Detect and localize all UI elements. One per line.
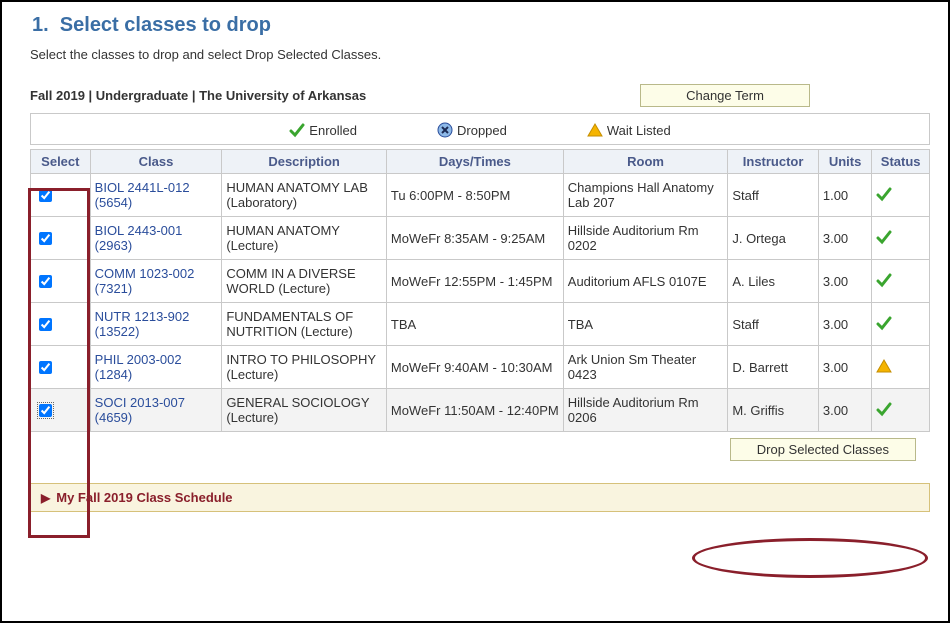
cell-room: Champions Hall Anatomy Lab 207	[563, 174, 728, 217]
cell-instructor: D. Barrett	[728, 346, 819, 389]
cell-description: FUNDAMENTALS OF NUTRITION (Lecture)	[222, 303, 387, 346]
select-checkbox[interactable]	[39, 404, 52, 417]
col-days: Days/Times	[386, 150, 563, 174]
class-table: Select Class Description Days/Times Room…	[30, 149, 930, 432]
cell-days: Tu 6:00PM - 8:50PM	[386, 174, 563, 217]
cell-days: MoWeFr 8:35AM - 9:25AM	[386, 217, 563, 260]
col-class: Class	[90, 150, 222, 174]
cell-instructor: J. Ortega	[728, 217, 819, 260]
instruction-text: Select the classes to drop and select Dr…	[30, 47, 930, 62]
select-checkbox[interactable]	[39, 275, 52, 288]
class-link[interactable]: BIOL 2441L-012 (5654)	[95, 180, 190, 210]
enrolled-check-icon	[289, 122, 305, 138]
class-link[interactable]: SOCI 2013-007 (4659)	[95, 395, 185, 425]
cell-room: Ark Union Sm Theater 0423	[563, 346, 728, 389]
table-row: NUTR 1213-902 (13522) FUNDAMENTALS OF NUT…	[31, 303, 930, 346]
chevron-right-icon: ▶	[41, 491, 50, 505]
cell-days: MoWeFr 12:55PM - 1:45PM	[386, 260, 563, 303]
waitlisted-triangle-icon	[587, 122, 603, 138]
select-checkbox[interactable]	[39, 189, 52, 202]
table-row: COMM 1023-002 (7321) COMM IN A DIVERSE WO…	[31, 260, 930, 303]
cell-description: HUMAN ANATOMY (Lecture)	[222, 217, 387, 260]
col-status: Status	[872, 150, 930, 174]
cell-days: MoWeFr 9:40AM - 10:30AM	[386, 346, 563, 389]
col-instructor: Instructor	[728, 150, 819, 174]
cell-units: 3.00	[818, 346, 871, 389]
cell-instructor: Staff	[728, 174, 819, 217]
status-icon	[876, 362, 892, 377]
class-link[interactable]: NUTR 1213-902 (13522)	[95, 309, 190, 339]
cell-status	[872, 260, 930, 303]
cell-status	[872, 174, 930, 217]
cell-status	[872, 303, 930, 346]
class-link[interactable]: PHIL 2003-002 (1284)	[95, 352, 182, 382]
legend-dropped-label: Dropped	[457, 123, 507, 138]
cell-description: HUMAN ANATOMY LAB (Laboratory)	[222, 174, 387, 217]
annotation-drop-button	[692, 538, 928, 578]
schedule-accordion[interactable]: ▶ My Fall 2019 Class Schedule	[30, 483, 930, 512]
cell-units: 3.00	[818, 217, 871, 260]
cell-days: TBA	[386, 303, 563, 346]
cell-instructor: M. Griffis	[728, 389, 819, 432]
cell-units: 3.00	[818, 260, 871, 303]
term-label: Fall 2019 | Undergraduate | The Universi…	[30, 88, 366, 103]
table-row: BIOL 2441L-012 (5654) HUMAN ANATOMY LAB (…	[31, 174, 930, 217]
class-link[interactable]: COMM 1023-002 (7321)	[95, 266, 195, 296]
cell-room: Auditorium AFLS 0107E	[563, 260, 728, 303]
select-checkbox[interactable]	[39, 318, 52, 331]
legend-waitlisted-label: Wait Listed	[607, 123, 671, 138]
status-icon	[876, 233, 892, 248]
table-row: SOCI 2013-007 (4659) GENERAL SOCIOLOGY (L…	[31, 389, 930, 432]
cell-room: TBA	[563, 303, 728, 346]
col-units: Units	[818, 150, 871, 174]
cell-room: Hillside Auditorium Rm 0202	[563, 217, 728, 260]
cell-status	[872, 389, 930, 432]
schedule-accordion-label: My Fall 2019 Class Schedule	[56, 490, 232, 505]
cell-description: GENERAL SOCIOLOGY (Lecture)	[222, 389, 387, 432]
page-title: 1. Select classes to drop	[32, 14, 930, 37]
legend-bar: Enrolled Dropped Wait Listed	[30, 113, 930, 145]
cell-days: MoWeFr 11:50AM - 12:40PM	[386, 389, 563, 432]
table-row: BIOL 2443-001 (2963) HUMAN ANATOMY (Lectu…	[31, 217, 930, 260]
cell-units: 3.00	[818, 389, 871, 432]
select-checkbox[interactable]	[39, 232, 52, 245]
cell-room: Hillside Auditorium Rm 0206	[563, 389, 728, 432]
cell-instructor: A. Liles	[728, 260, 819, 303]
cell-units: 3.00	[818, 303, 871, 346]
cell-status	[872, 217, 930, 260]
col-select: Select	[31, 150, 91, 174]
col-room: Room	[563, 150, 728, 174]
status-icon	[876, 276, 892, 291]
status-icon	[876, 319, 892, 334]
table-row: PHIL 2003-002 (1284) INTRO TO PHILOSOPHY …	[31, 346, 930, 389]
status-icon	[876, 190, 892, 205]
cell-units: 1.00	[818, 174, 871, 217]
status-icon	[876, 405, 892, 420]
legend-enrolled-label: Enrolled	[309, 123, 357, 138]
class-link[interactable]: BIOL 2443-001 (2963)	[95, 223, 183, 253]
cell-instructor: Staff	[728, 303, 819, 346]
change-term-button[interactable]: Change Term	[640, 84, 810, 107]
cell-description: INTRO TO PHILOSOPHY (Lecture)	[222, 346, 387, 389]
col-description: Description	[222, 150, 387, 174]
select-checkbox[interactable]	[39, 361, 52, 374]
drop-selected-button[interactable]: Drop Selected Classes	[730, 438, 916, 461]
cell-status	[872, 346, 930, 389]
cell-description: COMM IN A DIVERSE WORLD (Lecture)	[222, 260, 387, 303]
dropped-x-icon	[437, 122, 453, 138]
